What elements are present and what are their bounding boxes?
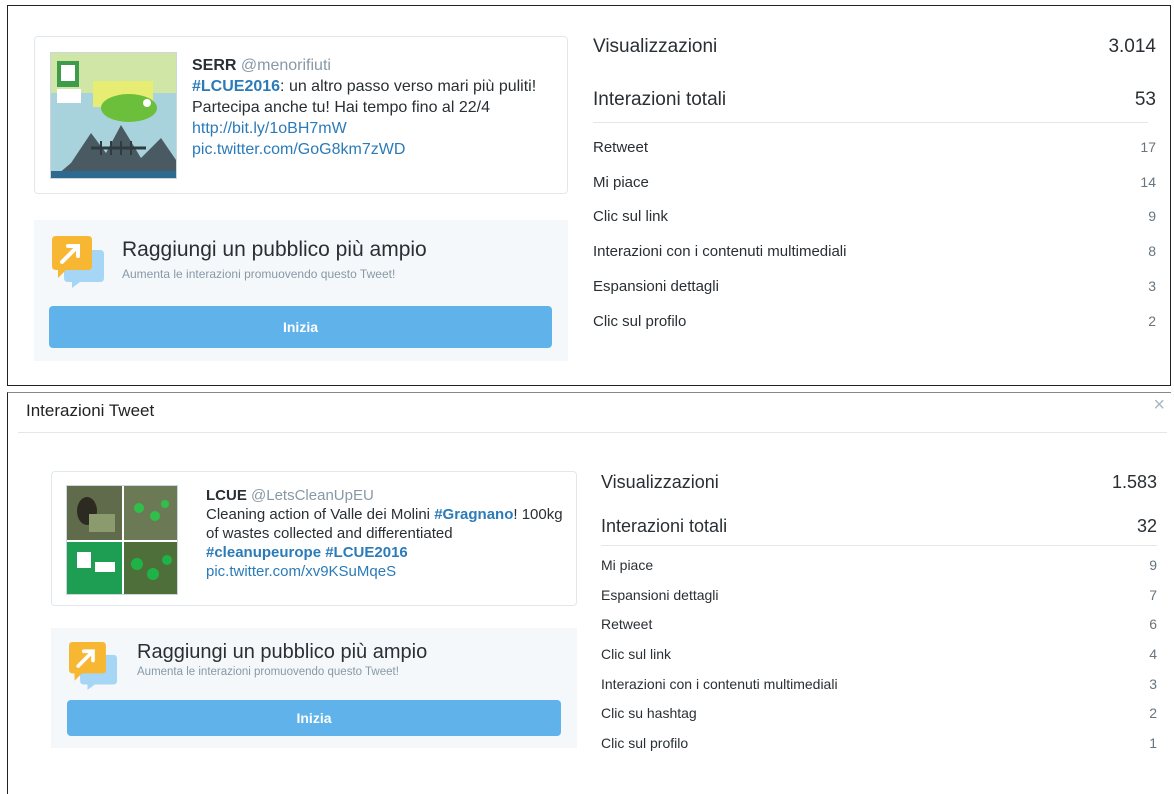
- tweet-handle[interactable]: @LetsCleanUpEU: [251, 487, 374, 504]
- start-promotion-button[interactable]: Inizia: [49, 306, 552, 348]
- stat-row: Interazioni con i contenuti multimediali…: [593, 243, 1156, 260]
- views-label: Visualizzazioni: [593, 36, 718, 57]
- stat-row: Mi piace 14: [593, 174, 1156, 191]
- views-row: Visualizzazioni 1.583: [601, 472, 1157, 493]
- stat-value: 2: [1149, 705, 1157, 721]
- stat-label: Mi piace: [593, 174, 649, 191]
- stat-row: Clic sul link 4: [601, 646, 1157, 662]
- views-label: Visualizzazioni: [601, 472, 719, 492]
- stat-label: Clic su hashtag: [601, 705, 697, 721]
- promote-subtitle: Aumenta le interazioni promuovendo quest…: [122, 267, 396, 281]
- stat-value: 17: [1140, 139, 1156, 155]
- views-value: 3.014: [1108, 36, 1156, 57]
- views-value: 1.583: [1111, 472, 1157, 492]
- tweet-stats: Visualizzazioni 1.583 Interazioni totali…: [601, 393, 1157, 793]
- stat-value: 1: [1149, 735, 1157, 751]
- stat-value: 9: [1149, 557, 1157, 573]
- pic-link[interactable]: pic.twitter.com/xv9KSuMqeS: [206, 563, 396, 580]
- views-row: Visualizzazioni 3.014: [593, 36, 1156, 58]
- stat-row: Interazioni con i contenuti multimediali…: [601, 676, 1157, 692]
- promote-tweet-box: Raggiungi un pubblico più ampio Aumenta …: [34, 220, 568, 361]
- tweet-text: LCUE @LetsCleanUpEU Cleaning action of V…: [206, 486, 566, 581]
- start-promotion-button[interactable]: Inizia: [67, 700, 561, 736]
- marine-litter-poster-image: [51, 53, 176, 178]
- stats-divider: [593, 122, 1148, 123]
- promote-arrow-icon: [50, 236, 106, 293]
- total-interactions-row: Interazioni totali 53: [593, 89, 1156, 111]
- cleanup-collage-image: [67, 486, 177, 594]
- stat-label: Clic sul link: [601, 646, 672, 662]
- stat-label: Espansioni dettagli: [601, 587, 719, 603]
- tweet-stats: Visualizzazioni 3.014 Interazioni totali…: [593, 6, 1156, 381]
- promote-subtitle: Aumenta le interazioni promuovendo quest…: [137, 666, 399, 678]
- tweet-card[interactable]: LCUE @LetsCleanUpEU Cleaning action of V…: [51, 471, 577, 606]
- stat-value: 2: [1148, 313, 1156, 329]
- stat-row: Espansioni dettagli 3: [593, 278, 1156, 295]
- tweet-card[interactable]: SERR @menorifiuti #LCUE2016: un altro pa…: [34, 36, 568, 194]
- promote-arrow-icon: [67, 642, 119, 695]
- stat-row: Retweet 17: [593, 139, 1156, 156]
- tweet-body: Cleaning action of Valle dei Molini: [206, 506, 435, 523]
- stat-label: Interazioni con i contenuti multimediali: [601, 676, 838, 692]
- stat-row: Clic sul profilo 1: [601, 735, 1157, 751]
- stat-label: Clic sul link: [593, 208, 669, 225]
- stat-label: Mi piace: [601, 557, 654, 573]
- stat-row: Clic sul link 9: [593, 208, 1156, 225]
- hashtag-link[interactable]: #LCUE2016: [192, 78, 280, 95]
- stat-label: Interazioni con i contenuti multimediali: [593, 243, 847, 260]
- stat-value: 9: [1148, 208, 1156, 224]
- tweet-analytics-panel-1: SERR @menorifiuti #LCUE2016: un altro pa…: [7, 5, 1171, 386]
- hashtag-link[interactable]: #Gragnano: [434, 506, 513, 523]
- stat-row: Clic su hashtag 2: [601, 705, 1157, 721]
- url-link[interactable]: http://bit.ly/1oBH7mW: [192, 120, 347, 137]
- stat-value: 4: [1149, 646, 1157, 662]
- stat-value: 6: [1149, 616, 1157, 632]
- total-interactions-value: 53: [1134, 89, 1156, 110]
- stat-value: 3: [1148, 278, 1156, 294]
- tweet-image-thumbnail[interactable]: [50, 52, 177, 179]
- hashtag-link[interactable]: #LCUE2016: [325, 544, 408, 561]
- stat-value: 3: [1149, 676, 1157, 692]
- stat-label: Clic sul profilo: [601, 735, 689, 751]
- promote-title: Raggiungi un pubblico più ampio: [137, 641, 428, 663]
- tweet-author[interactable]: SERR: [192, 57, 236, 74]
- promote-tweet-box: Raggiungi un pubblico più ampio Aumenta …: [51, 628, 577, 748]
- stats-divider: [601, 545, 1157, 546]
- modal-title: Interazioni Tweet: [26, 401, 155, 420]
- stat-value: 7: [1149, 587, 1157, 603]
- pic-link[interactable]: pic.twitter.com/GoG8km7zWD: [192, 141, 405, 158]
- total-interactions-label: Interazioni totali: [593, 89, 727, 110]
- stat-row: Clic sul profilo 2: [593, 313, 1156, 330]
- stat-label: Retweet: [601, 616, 653, 632]
- total-interactions-label: Interazioni totali: [601, 516, 728, 536]
- tweet-analytics-modal: Interazioni Tweet × LCUE @LetsCleanUpEU …: [7, 392, 1171, 794]
- stat-label: Espansioni dettagli: [593, 278, 719, 295]
- promote-title: Raggiungi un pubblico più ampio: [122, 238, 427, 261]
- stat-row: Mi piace 9: [601, 557, 1157, 573]
- total-interactions-row: Interazioni totali 32: [601, 516, 1157, 537]
- tweet-text: SERR @menorifiuti #LCUE2016: un altro pa…: [192, 55, 542, 160]
- stat-row: Retweet 6: [601, 616, 1157, 632]
- stat-value: 8: [1148, 243, 1156, 259]
- stat-label: Retweet: [593, 139, 649, 156]
- tweet-handle[interactable]: @menorifiuti: [241, 57, 331, 74]
- tweet-image-thumbnail[interactable]: [66, 485, 178, 595]
- stat-label: Clic sul profilo: [593, 313, 687, 330]
- total-interactions-value: 32: [1136, 516, 1157, 536]
- stat-value: 14: [1140, 174, 1156, 190]
- tweet-author[interactable]: LCUE: [206, 487, 247, 504]
- hashtag-link[interactable]: #cleanupeurope: [206, 544, 321, 561]
- stat-row: Espansioni dettagli 7: [601, 587, 1157, 603]
